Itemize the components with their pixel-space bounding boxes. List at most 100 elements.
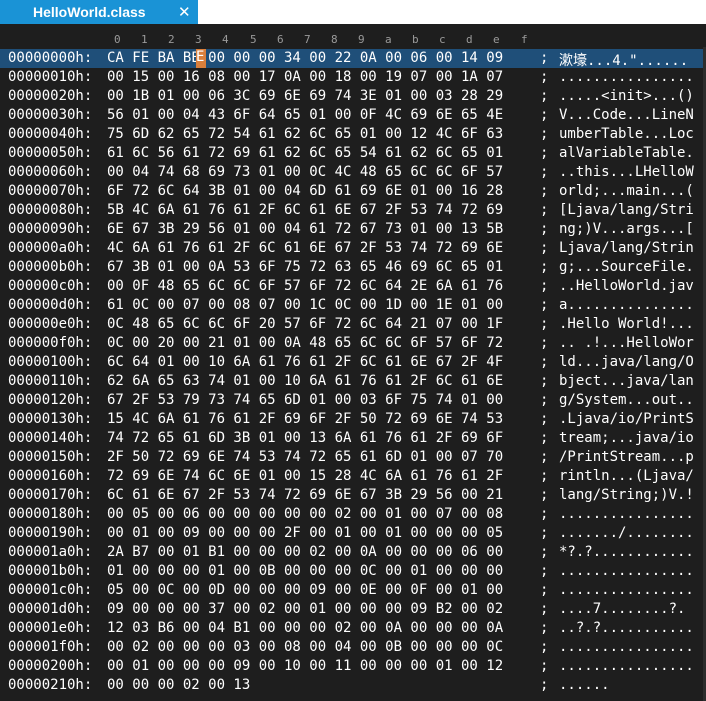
hex-bytes[interactable]: 00 00 00 02 00 13 <box>107 677 250 693</box>
ascii-text[interactable]: .Ljava/io/PrintS <box>559 411 694 427</box>
ascii-text[interactable]: g/System...out.. <box>559 392 694 408</box>
hex-row[interactable]: 00000100h: 6C 64 01 00 10 6A 61 76 61 2F … <box>0 353 706 372</box>
hex-bytes[interactable]: 74 72 65 61 6D 3B 01 00 13 6A 61 76 61 2… <box>107 430 503 446</box>
hex-row[interactable]: 00000060h: 00 04 74 68 69 73 01 00 0C 4C … <box>0 163 706 182</box>
hex-row[interactable]: 000000d0h: 61 0C 00 07 00 08 07 00 1C 0C … <box>0 296 706 315</box>
ascii-text[interactable]: g;...SourceFile. <box>559 259 694 275</box>
hex-row[interactable]: 000001b0h: 01 00 00 00 01 00 0B 00 00 00 … <box>0 562 706 581</box>
ascii-text[interactable]: ..?.?........... <box>559 620 694 636</box>
hex-bytes[interactable]: 6C 64 01 00 10 6A 61 76 61 2F 6C 61 6E 6… <box>107 354 503 370</box>
hex-bytes[interactable]: 5B 4C 6A 61 76 61 2F 6C 61 6E 67 2F 53 7… <box>107 202 503 218</box>
hex-row[interactable]: 000001c0h: 05 00 0C 00 0D 00 00 00 09 00 … <box>0 581 706 600</box>
hex-row[interactable]: 00000180h: 00 05 00 06 00 00 00 00 00 02 … <box>0 505 706 524</box>
ascii-text[interactable]: 漱壕...4."...... <box>559 50 688 70</box>
hex-bytes[interactable]: 2F 50 72 69 6E 74 53 74 72 65 61 6D 01 0… <box>107 449 503 465</box>
ascii-text[interactable]: .....<init>...() <box>559 88 694 104</box>
hex-bytes[interactable]: 05 00 0C 00 0D 00 00 00 09 00 0E 00 0F 0… <box>107 582 503 598</box>
hex-bytes[interactable]: 01 00 00 00 01 00 0B 00 00 00 0C 00 01 0… <box>107 563 503 579</box>
hex-bytes[interactable]: 72 69 6E 74 6C 6E 01 00 15 28 4C 6A 61 7… <box>107 468 503 484</box>
hex-bytes[interactable]: 00 01 00 09 00 00 00 2F 00 01 00 01 00 0… <box>107 525 503 541</box>
hex-bytes[interactable]: 61 0C 00 07 00 08 07 00 1C 0C 00 1D 00 1… <box>107 297 503 313</box>
ascii-text[interactable]: ................ <box>559 563 694 579</box>
hex-bytes[interactable]: 00 0F 48 65 6C 6C 6F 57 6F 72 6C 64 2E 6… <box>107 278 503 294</box>
hex-bytes[interactable]: 00 05 00 06 00 00 00 00 00 02 00 01 00 0… <box>107 506 503 522</box>
hex-row[interactable]: 00000190h: 00 01 00 09 00 00 00 2F 00 01 … <box>0 524 706 543</box>
ascii-text[interactable]: ld...java/lang/O <box>559 354 694 370</box>
hex-bytes[interactable]: 4C 6A 61 76 61 2F 6C 61 6E 67 2F 53 74 7… <box>107 240 503 256</box>
hex-bytes[interactable]: 67 2F 53 79 73 74 65 6D 01 00 03 6F 75 7… <box>107 392 503 408</box>
ascii-text[interactable]: tream;...java/io <box>559 430 694 446</box>
hex-row[interactable]: 000000b0h: 67 3B 01 00 0A 53 6F 75 72 63 … <box>0 258 706 277</box>
hex-bytes[interactable]: 56 01 00 04 43 6F 64 65 01 00 0F 4C 69 6… <box>107 107 503 123</box>
hex-row[interactable]: 00000200h: 00 01 00 00 00 09 00 10 00 11 … <box>0 657 706 676</box>
hex-row[interactable]: 000001d0h: 09 00 00 00 37 00 02 00 01 00 … <box>0 600 706 619</box>
hex-bytes[interactable]: 67 3B 01 00 0A 53 6F 75 72 63 65 46 69 6… <box>107 259 503 275</box>
hex-row[interactable]: 00000090h: 6E 67 3B 29 56 01 00 04 61 72 … <box>0 220 706 239</box>
hex-row[interactable]: 00000030h: 56 01 00 04 43 6F 64 65 01 00 … <box>0 106 706 125</box>
hex-bytes[interactable]: 2A B7 00 01 B1 00 00 00 02 00 0A 00 00 0… <box>107 544 503 560</box>
ascii-text[interactable]: ..HelloWorld.jav <box>559 278 694 294</box>
hex-bytes[interactable]: 00 1B 01 00 06 3C 69 6E 69 74 3E 01 00 0… <box>107 88 503 104</box>
close-icon[interactable]: ✕ <box>178 3 191 21</box>
ascii-text[interactable]: /PrintStream...p <box>559 449 694 465</box>
ascii-text[interactable]: ...... <box>559 677 610 693</box>
hex-bytes[interactable]: 00 04 74 68 69 73 01 00 0C 4C 48 65 6C 6… <box>107 164 503 180</box>
hex-bytes[interactable]: 00 01 00 00 00 09 00 10 00 11 00 00 00 0… <box>107 658 503 674</box>
hex-row[interactable]: 000001e0h: 12 03 B6 00 04 B1 00 00 00 02 … <box>0 619 706 638</box>
ascii-text[interactable]: ................ <box>559 582 694 598</box>
hex-bytes[interactable]: 75 6D 62 65 72 54 61 62 6C 65 01 00 12 4… <box>107 126 503 142</box>
tab-title[interactable]: HelloWorld.class <box>33 4 146 20</box>
hex-row[interactable]: 00000150h: 2F 50 72 69 6E 74 53 74 72 65 … <box>0 448 706 467</box>
ascii-text[interactable]: orld;...main...( <box>559 183 694 199</box>
ascii-text[interactable]: *?.?............ <box>559 544 694 560</box>
hex-bytes[interactable]: 0C 00 20 00 21 01 00 0A 48 65 6C 6C 6F 5… <box>107 335 503 351</box>
hex-bytes[interactable]: 00 15 00 16 08 00 17 0A 00 18 00 19 07 0… <box>107 69 503 85</box>
hex-bytes[interactable]: 61 6C 56 61 72 69 61 62 6C 65 54 61 62 6… <box>107 145 503 161</box>
hex-row[interactable]: 00000040h: 75 6D 62 65 72 54 61 62 6C 65 … <box>0 125 706 144</box>
hex-row[interactable]: 00000170h: 6C 61 6E 67 2F 53 74 72 69 6E … <box>0 486 706 505</box>
hex-row[interactable]: 00000120h: 67 2F 53 79 73 74 65 6D 01 00 … <box>0 391 706 410</box>
ascii-text[interactable]: ....7........?. <box>559 601 685 617</box>
ascii-text[interactable]: ................ <box>559 658 694 674</box>
hex-row[interactable]: 000000f0h: 0C 00 20 00 21 01 00 0A 48 65 … <box>0 334 706 353</box>
hex-row[interactable]: 00000110h: 62 6A 65 63 74 01 00 10 6A 61 … <box>0 372 706 391</box>
ascii-text[interactable]: rintln...(Ljava/ <box>559 468 694 484</box>
ascii-text[interactable]: ..this...LHelloW <box>559 164 694 180</box>
ascii-text[interactable]: ng;)V...args...[ <box>559 221 694 237</box>
hex-bytes[interactable]: 0C 48 65 6C 6C 6F 20 57 6F 72 6C 64 21 0… <box>107 316 503 332</box>
hex-bytes[interactable]: 6E 67 3B 29 56 01 00 04 61 72 67 73 01 0… <box>107 221 503 237</box>
hex-row[interactable]: 00000000h: CA FE BA BE 00 00 00 34 00 22 … <box>0 49 706 70</box>
hex-bytes[interactable]: CA FE BA BE 00 00 00 34 00 22 0A 00 06 0… <box>107 50 503 66</box>
ascii-text[interactable]: ................ <box>559 69 694 85</box>
ascii-text[interactable]: V...Code...LineN <box>559 107 694 123</box>
hex-row[interactable]: 00000010h: 00 15 00 16 08 00 17 0A 00 18 … <box>0 68 706 87</box>
hex-row[interactable]: 00000130h: 15 4C 6A 61 76 61 2F 69 6F 2F … <box>0 410 706 429</box>
hex-bytes[interactable]: 62 6A 65 63 74 01 00 10 6A 61 76 61 2F 6… <box>107 373 503 389</box>
ascii-text[interactable]: ................ <box>559 639 694 655</box>
hex-bytes[interactable]: 12 03 B6 00 04 B1 00 00 00 02 00 0A 00 0… <box>107 620 503 636</box>
hex-row[interactable]: 00000050h: 61 6C 56 61 72 69 61 62 6C 65 … <box>0 144 706 163</box>
hex-row[interactable]: 00000140h: 74 72 65 61 6D 3B 01 00 13 6A … <box>0 429 706 448</box>
hex-row[interactable]: 00000210h: 00 00 00 02 00 13;...... <box>0 676 706 695</box>
hex-bytes[interactable]: 00 02 00 00 00 03 00 08 00 04 00 0B 00 0… <box>107 639 503 655</box>
ascii-text[interactable]: .Hello World!... <box>559 316 694 332</box>
hex-row[interactable]: 00000020h: 00 1B 01 00 06 3C 69 6E 69 74 … <box>0 87 706 106</box>
ascii-text[interactable]: bject...java/lan <box>559 373 694 389</box>
hex-bytes[interactable]: 6C 61 6E 67 2F 53 74 72 69 6E 67 3B 29 5… <box>107 487 503 503</box>
ascii-text[interactable]: alVariableTable. <box>559 145 694 161</box>
hex-bytes[interactable]: 15 4C 6A 61 76 61 2F 69 6F 2F 50 72 69 6… <box>107 411 503 427</box>
ascii-text[interactable]: ................ <box>559 506 694 522</box>
hex-row[interactable]: 000001f0h: 00 02 00 00 00 03 00 08 00 04 … <box>0 638 706 657</box>
hex-row[interactable]: 000000e0h: 0C 48 65 6C 6C 6F 20 57 6F 72 … <box>0 315 706 334</box>
ascii-text[interactable]: umberTable...Loc <box>559 126 694 142</box>
hex-bytes[interactable]: 09 00 00 00 37 00 02 00 01 00 00 00 09 B… <box>107 601 503 617</box>
hex-row[interactable]: 000000c0h: 00 0F 48 65 6C 6C 6F 57 6F 72 … <box>0 277 706 296</box>
file-tab[interactable]: HelloWorld.class ✕ <box>0 0 198 24</box>
ascii-text[interactable]: ......./........ <box>559 525 694 541</box>
hex-row[interactable]: 000000a0h: 4C 6A 61 76 61 2F 6C 61 6E 67 … <box>0 239 706 258</box>
ascii-text[interactable]: Ljava/lang/Strin <box>559 240 694 256</box>
ascii-text[interactable]: a............... <box>559 297 694 313</box>
hex-bytes[interactable]: 6F 72 6C 64 3B 01 00 04 6D 61 69 6E 01 0… <box>107 183 503 199</box>
hex-row[interactable]: 00000070h: 6F 72 6C 64 3B 01 00 04 6D 61 … <box>0 182 706 201</box>
ascii-text[interactable]: [Ljava/lang/Stri <box>559 202 694 218</box>
